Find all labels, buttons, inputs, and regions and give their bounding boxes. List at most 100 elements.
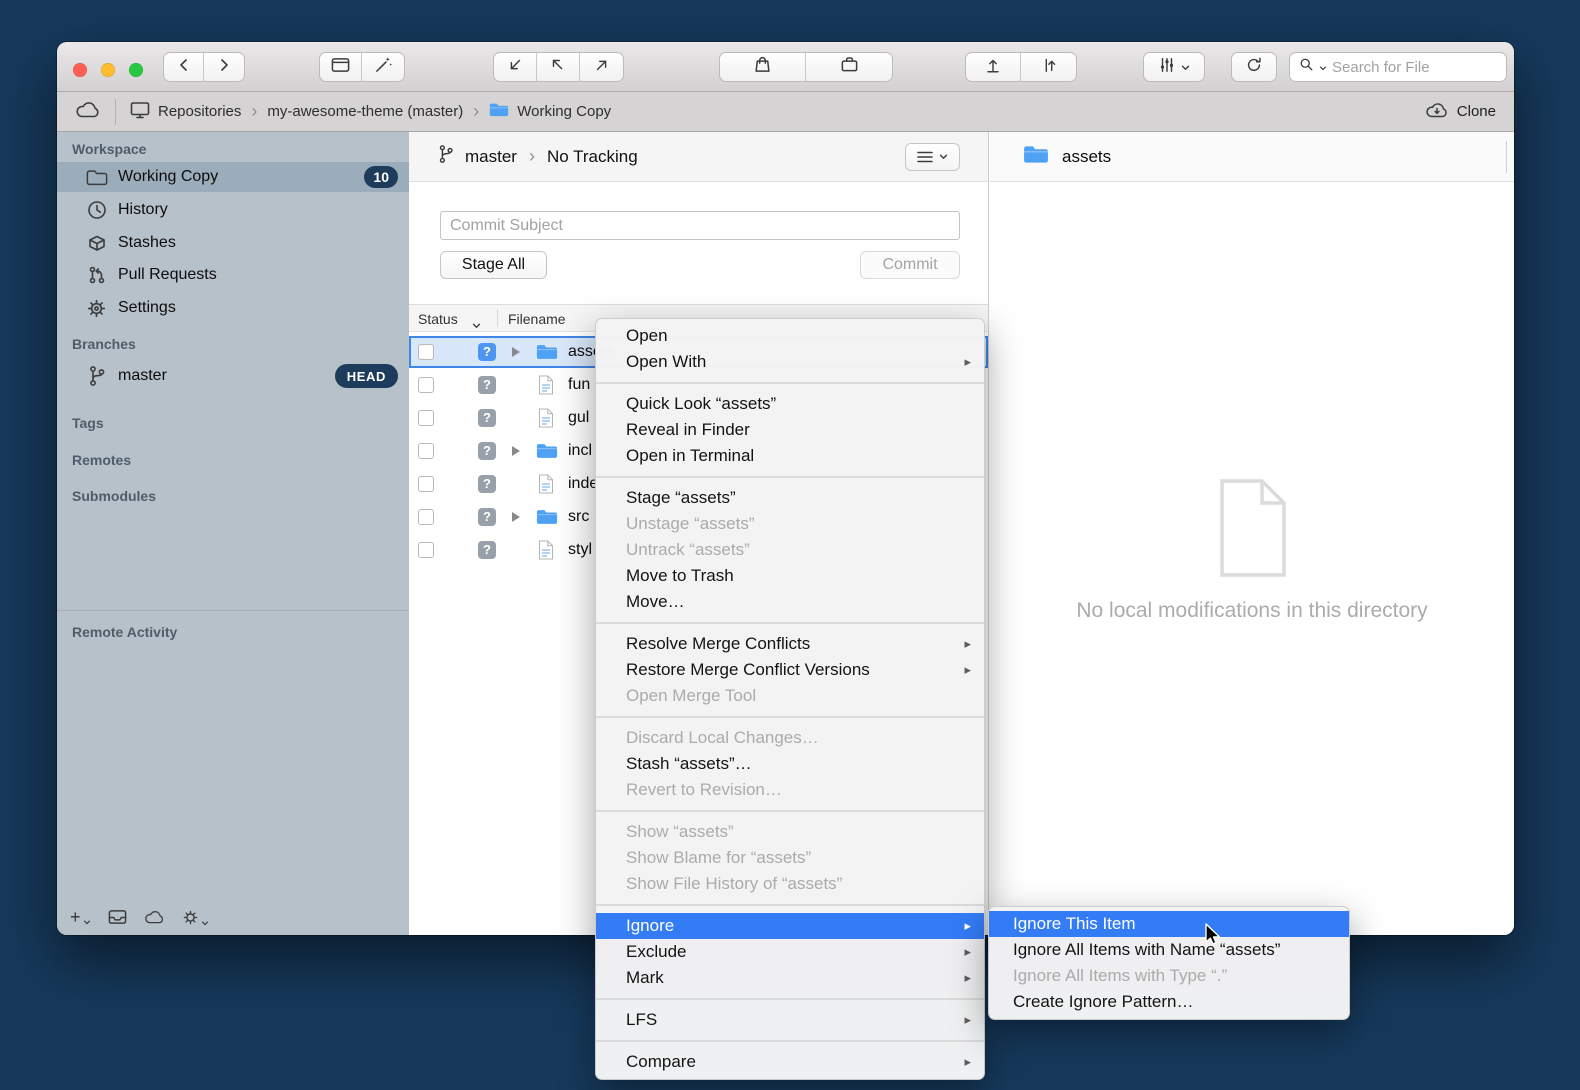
forward-button[interactable]: [204, 53, 244, 81]
push-button[interactable]: [580, 53, 623, 81]
folder-icon: [1023, 144, 1049, 169]
menu-item-exclude[interactable]: Exclude▸: [596, 939, 984, 965]
arrow-up-bar-icon: [1040, 56, 1058, 79]
file-icon: [538, 375, 554, 400]
zoom-window-button[interactable]: [129, 63, 143, 77]
search-input[interactable]: [1332, 59, 1514, 76]
menu-item-open-with[interactable]: Open With▸: [596, 349, 984, 375]
breadcrumb-working-copy[interactable]: Working Copy: [489, 102, 611, 121]
filter-button[interactable]: [1143, 52, 1205, 82]
menu-item-open-in-terminal[interactable]: Open in Terminal: [596, 443, 984, 469]
checkout-button[interactable]: [1021, 53, 1076, 81]
commit-mode-button[interactable]: [966, 53, 1021, 81]
sidebar-item-stashes[interactable]: Stashes: [57, 228, 409, 258]
sidebar-item-label: Working Copy: [118, 168, 218, 186]
clone-button[interactable]: Clone: [1425, 102, 1496, 122]
remote-cloud-button[interactable]: [75, 101, 101, 122]
head-badge: HEAD: [335, 364, 398, 388]
stage-checkbox[interactable]: [418, 476, 434, 492]
sidebar-header-submodules[interactable]: Submodules: [72, 488, 156, 504]
menu-item-lfs[interactable]: LFS▸: [596, 1007, 984, 1033]
panel-view-button[interactable]: [320, 53, 362, 81]
minimize-window-button[interactable]: [101, 63, 115, 77]
pull-button[interactable]: [494, 53, 537, 81]
menu-item-label: Restore Merge Conflict Versions: [626, 660, 870, 679]
status-column-header[interactable]: Status: [418, 311, 458, 327]
chevron-right-icon: [216, 57, 232, 78]
detail-panel: assets No local modifications in this di…: [990, 132, 1514, 935]
menu-item-move[interactable]: Move…: [596, 589, 984, 615]
chevron-left-icon: [176, 57, 192, 78]
stage-checkbox[interactable]: [418, 377, 434, 393]
menu-item-label: Show “assets”: [626, 822, 734, 841]
auto-stage-button[interactable]: [362, 53, 404, 81]
stage-checkbox[interactable]: [418, 443, 434, 459]
submenu-item-create-ignore-pattern[interactable]: Create Ignore Pattern…: [989, 989, 1349, 1015]
menu-item-move-to-trash[interactable]: Move to Trash: [596, 563, 984, 589]
column-divider[interactable]: [497, 309, 498, 327]
discard-button[interactable]: [806, 53, 892, 81]
close-window-button[interactable]: [73, 63, 87, 77]
sidebar-settings-button[interactable]: [182, 909, 209, 926]
sidebar-item-history[interactable]: History: [57, 195, 409, 225]
sidebar-item-working-copy[interactable]: Working Copy 10: [57, 162, 409, 192]
add-repository-button[interactable]: +: [70, 909, 91, 925]
status-badge: ?: [478, 508, 496, 526]
stash-button[interactable]: [720, 53, 806, 81]
submenu-item-ignore-this-item[interactable]: Ignore This Item: [989, 911, 1349, 937]
menu-item-reveal-in-finder[interactable]: Reveal in Finder: [596, 417, 984, 443]
menu-item-resolve-merge-conflicts[interactable]: Resolve Merge Conflicts▸: [596, 631, 984, 657]
sidebar-header-branches[interactable]: Branches: [72, 336, 136, 352]
window-toolbar: [57, 42, 1514, 92]
desktop: Repositories › my-awesome-theme (master)…: [0, 0, 1580, 1090]
menu-item-stash[interactable]: Stash “assets”…: [596, 751, 984, 777]
sidebar-header-tags[interactable]: Tags: [72, 415, 104, 431]
menu-item-open[interactable]: Open: [596, 323, 984, 349]
sidebar-bottom-toolbar: +: [57, 899, 409, 935]
menu-item-restore-merge-conflict-versions[interactable]: Restore Merge Conflict Versions▸: [596, 657, 984, 683]
sidebar-item-branch-master[interactable]: master HEAD: [57, 361, 409, 391]
submenu-item-ignore-all-with-name[interactable]: Ignore All Items with Name “assets”: [989, 937, 1349, 963]
menu-item-label: Open Merge Tool: [626, 686, 756, 705]
disclosure-triangle-icon[interactable]: [512, 446, 520, 456]
view-options-button[interactable]: [905, 143, 960, 171]
menu-item-quick-look[interactable]: Quick Look “assets”: [596, 391, 984, 417]
folder-icon: [85, 169, 108, 186]
stage-checkbox[interactable]: [418, 410, 434, 426]
disclosure-triangle-icon[interactable]: [512, 347, 520, 357]
breadcrumb-repositories[interactable]: Repositories: [130, 101, 241, 123]
column-resize-handle[interactable]: [1506, 141, 1507, 173]
menu-item-compare[interactable]: Compare▸: [596, 1049, 984, 1075]
fetch-button[interactable]: [537, 53, 580, 81]
breadcrumb-bar: Repositories › my-awesome-theme (master)…: [57, 92, 1514, 132]
commit-subject-input[interactable]: [440, 211, 960, 240]
submenu-arrow-icon: ▸: [964, 349, 971, 375]
stage-checkbox[interactable]: [418, 542, 434, 558]
chevron-down-icon[interactable]: [472, 316, 481, 332]
pending-count-badge: 10: [364, 166, 398, 188]
sidebar-item-pull-requests[interactable]: Pull Requests: [57, 260, 409, 290]
menu-item-mark[interactable]: Mark▸: [596, 965, 984, 991]
stage-all-button[interactable]: Stage All: [440, 251, 547, 279]
folder-icon: [536, 508, 558, 530]
stage-checkbox[interactable]: [418, 509, 434, 525]
sidebar-item-settings[interactable]: Settings: [57, 293, 409, 323]
menu-item-label: Untrack “assets”: [626, 540, 750, 559]
filename-column-header[interactable]: Filename: [508, 311, 566, 327]
menu-separator: [596, 810, 984, 812]
menu-item-show-blame: Show Blame for “assets”: [596, 845, 984, 871]
breadcrumb-repo-name[interactable]: my-awesome-theme (master): [267, 103, 463, 120]
menu-item-label: Stage “assets”: [626, 488, 736, 507]
inbox-tray-button[interactable]: [108, 909, 127, 925]
empty-state-message: No local modifications in this directory: [990, 599, 1514, 623]
menu-item-ignore[interactable]: Ignore▸: [596, 913, 984, 939]
disclosure-triangle-icon[interactable]: [512, 512, 520, 522]
stage-checkbox[interactable]: [418, 344, 434, 360]
sidebar-header-remotes[interactable]: Remotes: [72, 452, 131, 468]
menu-item-label: Move to Trash: [626, 566, 734, 585]
cloud-account-button[interactable]: [144, 910, 165, 924]
submenu-arrow-icon: ▸: [964, 965, 971, 991]
menu-item-stage[interactable]: Stage “assets”: [596, 485, 984, 511]
back-button[interactable]: [164, 53, 204, 81]
refresh-button[interactable]: [1231, 52, 1277, 82]
